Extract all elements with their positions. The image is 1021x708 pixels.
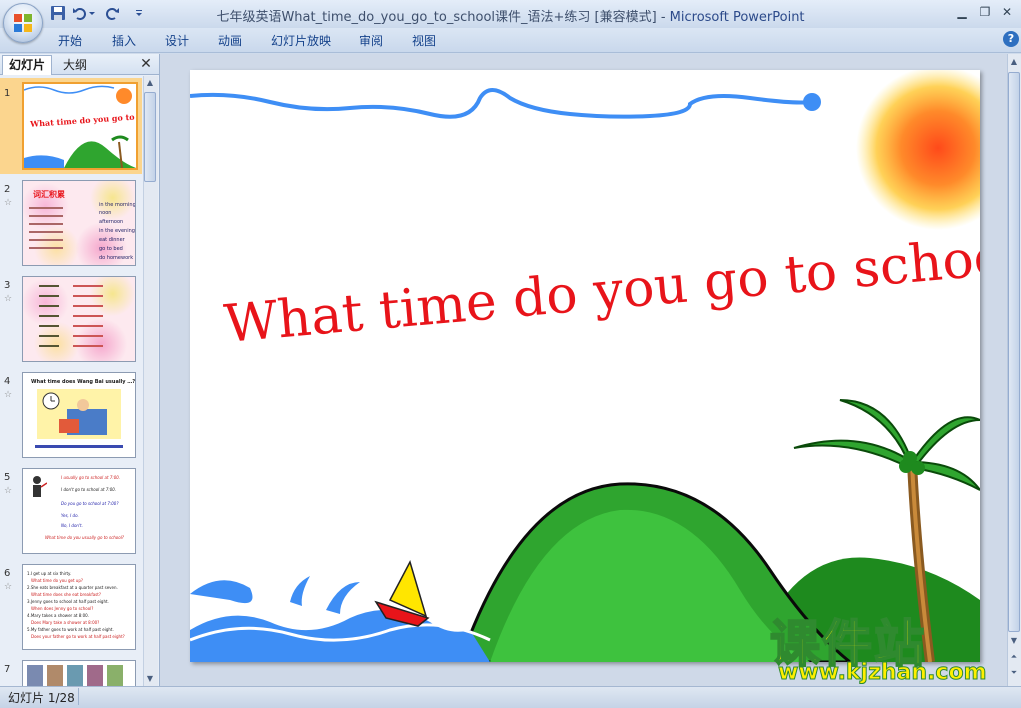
next-slide-icon[interactable]: ⏷ <box>1007 666 1021 680</box>
thumbnail-4-picture <box>37 389 121 439</box>
thumbnail-6-line: 5.My father goes to work at half past ei… <box>27 627 114 632</box>
current-slide[interactable]: What time do you go to school? <box>190 70 980 662</box>
slide-number: 1 <box>4 88 11 99</box>
slide-thumbnail-1[interactable]: What time do you go to school? <box>22 82 138 170</box>
thumbnail-6-line: What time does she eat breakfast? <box>31 592 101 597</box>
slide-number: 4 <box>4 376 11 387</box>
thumbnail-5-line: Do you go to school at 7:00? <box>61 501 119 506</box>
window-title: 七年级英语What_time_do_you_go_to_school课件_语法+… <box>0 6 1021 25</box>
minimize-button[interactable]: ▁ <box>951 4 973 20</box>
slide-number: 6 <box>4 568 11 579</box>
thumbnail-2-word: noon <box>99 210 112 216</box>
animation-star-icon: ☆ <box>4 198 13 208</box>
slide-number: 2 <box>4 184 11 195</box>
close-window-button[interactable]: ✕ <box>996 4 1018 20</box>
thumbnail-4-title: What time does Wang Bai usually …? <box>31 379 136 385</box>
thumbnail-7-photos <box>27 665 123 687</box>
thumbnail-6-line: Does Mary take a shower at 8:00? <box>31 620 100 625</box>
app-name: Microsoft PowerPoint <box>669 10 805 25</box>
thumbnail-6-line: Does your father go to work at half past… <box>31 634 125 639</box>
office-button[interactable] <box>3 3 43 43</box>
scroll-up-arrow-icon[interactable]: ▲ <box>143 76 157 90</box>
scroll-down-arrow-icon[interactable]: ▼ <box>143 672 157 686</box>
tab-outline[interactable]: 大纲 <box>54 57 96 74</box>
slide-thumbnail-6[interactable]: 1.I get up at six thirty. What time do y… <box>22 564 136 650</box>
slide-title-art[interactable]: What time do you go to school? <box>190 70 980 662</box>
thumbnail-2-word: in the evening <box>99 228 135 234</box>
thumbnail-2-word: eat dinner <box>99 237 125 243</box>
thumbnail-5-line: I usually go to school at 7:00. <box>61 475 121 480</box>
thumbnail-6-line: 2.She eats breakfast at a quarter past s… <box>27 585 118 590</box>
thumbnail-6-line: 3.Jenny goes to school at half past eigh… <box>27 599 109 604</box>
slide-scroll-thumb[interactable] <box>1008 72 1020 632</box>
tab-home[interactable]: 开始 <box>58 32 82 49</box>
slide-number: 3 <box>4 280 11 291</box>
slide-number: 5 <box>4 472 11 483</box>
thumbnail-6-line: When does Jenny go to school? <box>31 606 94 611</box>
office-logo-icon <box>14 14 32 32</box>
slide-scroll-up-icon[interactable]: ▲ <box>1007 55 1021 69</box>
tab-animations[interactable]: 动画 <box>218 32 242 49</box>
thumbnail-2-word: go to bed <box>99 246 123 252</box>
slide-title[interactable]: What time do you go to school? <box>222 223 980 355</box>
animation-star-icon: ☆ <box>4 390 13 400</box>
animation-star-icon: ☆ <box>4 294 13 304</box>
tab-slideshow[interactable]: 幻灯片放映 <box>271 32 331 49</box>
slide-thumbnail-4[interactable]: What time does Wang Bai usually …? <box>22 372 136 458</box>
status-bar <box>0 686 1021 708</box>
slide-thumbnail-7[interactable] <box>22 660 136 687</box>
thumbnail-2-heading: 词汇积累 <box>33 190 65 199</box>
animation-star-icon: ☆ <box>4 486 13 496</box>
slide-scroll-down-icon[interactable]: ▼ <box>1007 634 1021 648</box>
thumbnail-6-line: What time do you get up? <box>31 578 84 583</box>
close-panel-button[interactable]: ✕ <box>139 56 153 72</box>
slide-number: 7 <box>4 664 11 675</box>
slide-thumbnail-2[interactable]: 词汇积累 in the morning noon afternoon in th… <box>22 180 136 266</box>
thumbnail-5-line: No, I don't. <box>61 523 83 528</box>
watermark-url: www.kjzhan.com <box>778 660 988 686</box>
title-separator: - <box>656 10 670 25</box>
thumbnail-6-line: 4.Mary takes a shower at 8:00. <box>27 613 89 618</box>
slide-indicator: 幻灯片 1/28 <box>8 691 75 705</box>
tab-view[interactable]: 视图 <box>412 32 436 49</box>
tab-slides[interactable]: 幻灯片 <box>2 55 52 75</box>
animation-star-icon: ☆ <box>4 582 13 592</box>
slide-thumbnail-5[interactable]: I usually go to school at 7:00. I don't … <box>22 468 136 554</box>
document-name: 七年级英语What_time_do_you_go_to_school课件_语法+… <box>216 10 657 25</box>
slide-thumbnail-3[interactable] <box>22 276 136 362</box>
thumbnail-2-word: afternoon <box>99 219 124 225</box>
thumbnail-5-line: What time do you usually go to school? <box>45 535 124 540</box>
help-icon[interactable]: ? <box>1003 31 1019 47</box>
thumbnail-5-figure <box>33 476 47 497</box>
thumbnail-2-word: in the morning <box>99 202 136 208</box>
tab-design[interactable]: 设计 <box>165 32 189 49</box>
status-divider <box>78 688 79 705</box>
thumbnail-5-line: I don't go to school at 7:00. <box>61 487 117 492</box>
tab-review[interactable]: 审阅 <box>359 32 383 49</box>
tab-insert[interactable]: 插入 <box>112 32 136 49</box>
thumbnail-5-line: Yes, I do. <box>61 513 79 518</box>
thumbnail-2-word: do homework <box>99 255 134 261</box>
restore-button[interactable]: ❐ <box>974 4 996 20</box>
previous-slide-icon[interactable]: ⏶ <box>1007 650 1021 664</box>
ribbon-tab-bar <box>0 28 1021 53</box>
thumbnail-scroll-thumb[interactable] <box>144 92 156 182</box>
thumbnail-6-line: 1.I get up at six thirty. <box>27 571 72 576</box>
